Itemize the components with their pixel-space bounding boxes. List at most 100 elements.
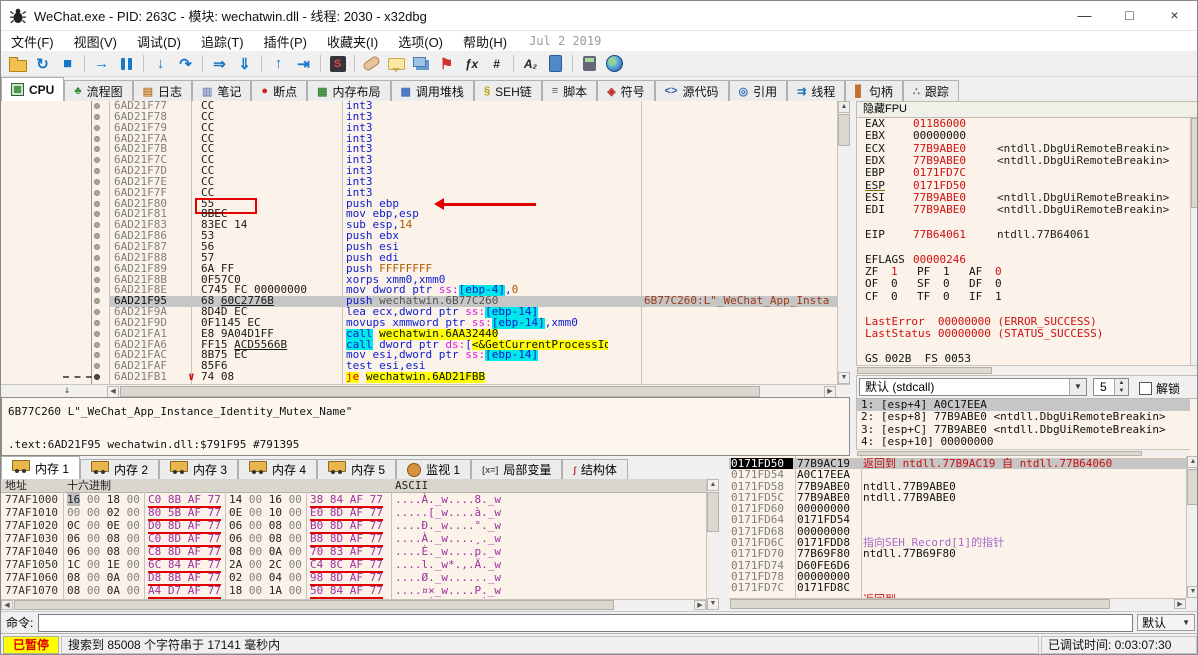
- tab-dump[interactable]: 内存 4: [238, 459, 318, 479]
- hash-icon-button[interactable]: #: [485, 53, 508, 74]
- register-text-row[interactable]: GS 002B FS 0053: [857, 352, 1190, 365]
- dump-row[interactable]: 77AF1000 16 00 18 00 C0 8B AF 77 14 00 16 0…: [1, 493, 706, 508]
- pause-icon-button[interactable]: [115, 53, 138, 74]
- scroll-down-arrow[interactable]: ▼: [838, 372, 850, 384]
- scroll-thumb[interactable]: [730, 599, 1110, 609]
- breakpoint-dot[interactable]: [94, 200, 100, 207]
- tab-cpu[interactable]: CPU: [1, 77, 65, 101]
- breakpoint-dot[interactable]: [94, 168, 100, 175]
- chevron-down-icon[interactable]: ▼: [1069, 379, 1086, 395]
- register-row[interactable]: EAX 01186000: [857, 118, 1190, 130]
- registers-vscrollbar[interactable]: [1190, 118, 1197, 365]
- register-row[interactable]: EBP 0171FD7C: [857, 167, 1190, 180]
- checkbox-box[interactable]: [1139, 382, 1152, 395]
- breakpoint-dot[interactable]: [94, 254, 100, 261]
- breakpoint-dot[interactable]: [94, 233, 100, 240]
- step-over-icon-button[interactable]: ↷: [174, 53, 197, 74]
- scroll-thumb[interactable]: [857, 367, 992, 374]
- dump-row[interactable]: 77AF1040 06 00 08 00 C8 8D AF 77 08 00 0A 0…: [1, 545, 706, 560]
- breakpoint-dot[interactable]: [94, 157, 100, 164]
- tab-references[interactable]: ◎ 引用: [728, 80, 788, 101]
- close-debuggee-icon-button[interactable]: ■: [56, 53, 79, 74]
- calling-convention-select[interactable]: 默认 (stdcall) ▼: [859, 378, 1087, 396]
- comment-icon-button[interactable]: [385, 53, 408, 74]
- tab-memory-map[interactable]: ▦ 内存布局: [307, 80, 391, 101]
- command-input[interactable]: [38, 613, 1133, 632]
- menu-item[interactable]: 选项(O): [388, 34, 453, 51]
- register-text-row[interactable]: LastError 00000000 (ERROR_SUCCESS): [857, 315, 1190, 328]
- calculator-icon-button[interactable]: [578, 53, 601, 74]
- open-file-icon-button[interactable]: [6, 53, 29, 74]
- dump-row[interactable]: 77AF1070 08 00 0A 00 A4 D7 AF 77 18 00 1A 0…: [1, 584, 706, 599]
- breakpoint-dot[interactable]: [94, 309, 100, 316]
- stack-vscrollbar[interactable]: ▲ ▼: [1186, 456, 1197, 598]
- flags-row[interactable]: CF 0 TF 0 IF 1: [857, 290, 1190, 303]
- stack-view[interactable]: 0171FD50 77B9AC19 返回到 ntdll.77B9AC19 自 ntd…: [729, 456, 1186, 598]
- breakpoint-dot[interactable]: [94, 211, 100, 218]
- hide-fpu-button[interactable]: 隐藏FPU: [856, 101, 1197, 118]
- tab-watch[interactable]: 监视 1: [396, 459, 472, 479]
- argument-row[interactable]: 4: [esp+10] 00000000: [857, 435, 1190, 448]
- flags-row[interactable]: OF 0 SF 0 DF 0: [857, 278, 1190, 291]
- breakpoint-dot[interactable]: [94, 319, 100, 326]
- scroll-up-arrow[interactable]: ▲: [1187, 456, 1197, 468]
- tab-symbols[interactable]: ◈ 符号: [597, 80, 655, 101]
- breakpoint-dot[interactable]: [94, 352, 100, 359]
- dump-row[interactable]: 77AF1030 06 00 08 00 C0 8D AF 77 06 00 08 0…: [1, 532, 706, 547]
- tab-dump[interactable]: 内存 1: [1, 456, 81, 479]
- case-icon-button[interactable]: A₂: [519, 53, 542, 74]
- stack-row[interactable]: 0171FD54 A0C17EEA: [729, 469, 1186, 481]
- dump-row[interactable]: 77AF1010 00 00 02 00 80 5B AF 77 0E 00 10 0…: [1, 506, 706, 521]
- dump-vscrollbar[interactable]: ▲ ▼: [706, 479, 719, 610]
- breakpoint-dot[interactable]: [94, 265, 100, 272]
- breakpoint-dot[interactable]: [94, 113, 100, 120]
- menu-item[interactable]: 追踪(T): [191, 34, 254, 51]
- tab-handles[interactable]: ▋ 句柄: [845, 80, 903, 101]
- label-icon-button[interactable]: [410, 53, 433, 74]
- register-row[interactable]: EDI 77B9ABE0 <ntdll.DbgUiRemoteBreakin>: [857, 204, 1190, 217]
- tab-dump[interactable]: 内存 3: [159, 459, 239, 479]
- menu-item[interactable]: 视图(V): [64, 34, 127, 51]
- scroll-thumb[interactable]: [14, 600, 614, 610]
- tab-dump[interactable]: 内存 5: [317, 459, 397, 479]
- tab-dump[interactable]: 内存 2: [80, 459, 160, 479]
- run-to-user-code-icon-button[interactable]: ⇥: [292, 53, 315, 74]
- tab-source[interactable]: <> 源代码: [654, 80, 729, 101]
- scroll-up-arrow[interactable]: ▲: [707, 479, 719, 491]
- dump-row[interactable]: 77AF1060 08 00 0A 00 D8 8B AF 77 02 00 04 0…: [1, 571, 706, 586]
- registers-list[interactable]: EAX 01186000 EBX 00000000 ECX 77B9ABE0 <ntdll.…: [856, 118, 1190, 365]
- registers-hscrollbar[interactable]: [856, 365, 1197, 375]
- scroll-right-arrow[interactable]: ▶: [694, 600, 706, 610]
- execute-till-return-icon-button[interactable]: ⇓: [233, 53, 256, 74]
- breakpoint-dot[interactable]: [94, 222, 100, 229]
- tab-script[interactable]: ≡ 脚本: [541, 80, 598, 101]
- scroll-left-arrow[interactable]: ◀: [1, 600, 13, 610]
- menu-item[interactable]: 文件(F): [1, 34, 64, 51]
- breakpoint-dot[interactable]: [94, 243, 100, 250]
- memory-dump-view[interactable]: 地址 十六进制 ASCII 77AF1000 16 00 18 00 C0 8B AF 7…: [1, 479, 706, 601]
- breakpoint-dot[interactable]: [94, 363, 100, 370]
- run-icon-button[interactable]: →: [90, 53, 113, 74]
- breakpoint-dot[interactable]: [94, 341, 100, 348]
- menu-item[interactable]: 帮助(H): [453, 34, 517, 51]
- breakpoint-dot[interactable]: [94, 374, 100, 381]
- command-mode-select[interactable]: 默认 ▼: [1137, 614, 1195, 631]
- stack-row[interactable]: 0171FD70 77B69F80 ntdll.77B69F80: [729, 548, 1186, 560]
- disasm-vscrollbar[interactable]: ▲ ▼: [837, 101, 850, 384]
- scroll-thumb[interactable]: [1187, 469, 1197, 505]
- function-icon-button[interactable]: ƒx: [460, 53, 483, 74]
- scroll-thumb[interactable]: [1191, 118, 1197, 208]
- s-plugin-icon-button[interactable]: S: [326, 53, 349, 74]
- bottom-splitter[interactable]: [719, 456, 729, 610]
- breakpoint-dot[interactable]: [94, 189, 100, 196]
- scroll-right-arrow[interactable]: ▶: [1174, 599, 1186, 609]
- tab-graph[interactable]: ♣ 流程图: [64, 80, 133, 101]
- patch-icon-button[interactable]: [360, 53, 383, 74]
- scroll-thumb[interactable]: [838, 114, 850, 146]
- close-button[interactable]: ×: [1152, 1, 1197, 30]
- breakpoint-dot[interactable]: [94, 298, 100, 305]
- maximize-button[interactable]: □: [1107, 1, 1152, 30]
- argument-row[interactable]: 2: [esp+8] 77B9ABE0 <ntdll.DbgUiRemoteBr…: [857, 410, 1190, 423]
- menu-item[interactable]: 插件(P): [254, 34, 317, 51]
- restart-icon-button[interactable]: ↻: [31, 53, 54, 74]
